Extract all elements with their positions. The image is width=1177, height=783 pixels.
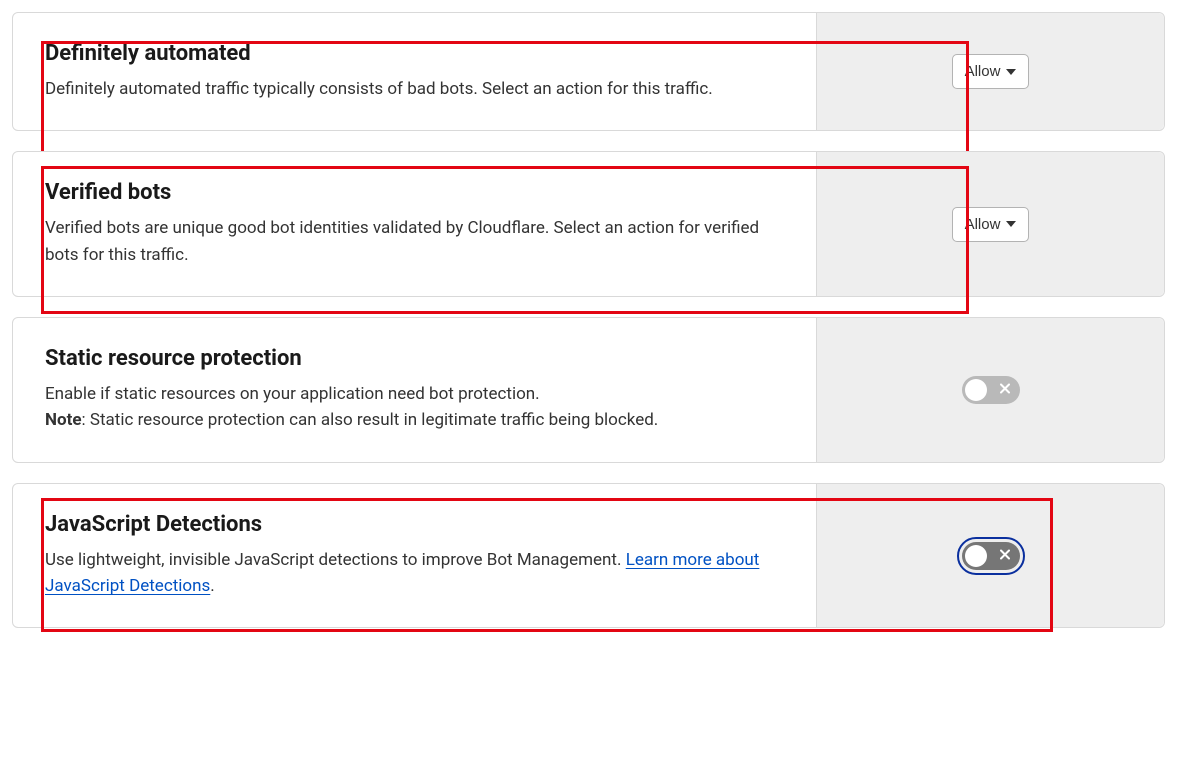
close-icon [1000,549,1010,562]
chevron-down-icon [1006,69,1016,75]
close-icon [1000,383,1010,396]
card-body: JavaScript Detections Use lightweight, i… [13,484,816,628]
card-title: Static resource protection [45,346,784,371]
select-value: Allow [965,216,1001,233]
chevron-down-icon [1006,221,1016,227]
toggle-static-resource[interactable] [962,376,1020,404]
card-title: JavaScript Detections [45,512,784,537]
toggle-thumb [965,379,987,401]
card-description: Enable if static resources on your appli… [45,381,784,434]
card-action-panel [816,318,1164,462]
desc-suffix: . [210,576,214,596]
card-body: Definitely automated Definitely automate… [13,13,816,130]
card-verified-bots: Verified bots Verified bots are unique g… [12,151,1165,297]
action-select-definitely-automated[interactable]: Allow [952,54,1030,89]
toggle-thumb [965,545,987,567]
card-javascript-detections: JavaScript Detections Use lightweight, i… [12,483,1165,629]
toggle-focus-ring [957,537,1025,575]
card-title: Definitely automated [45,41,784,66]
card-action-panel: Allow [816,152,1164,296]
card-body: Static resource protection Enable if sta… [13,318,816,462]
card-action-panel: Allow [816,13,1164,130]
action-select-verified-bots[interactable]: Allow [952,207,1030,242]
card-body: Verified bots Verified bots are unique g… [13,152,816,296]
card-title: Verified bots [45,180,784,205]
card-definitely-automated: Definitely automated Definitely automate… [12,12,1165,131]
card-description: Verified bots are unique good bot identi… [45,215,784,268]
desc-prefix: Use lightweight, invisible JavaScript de… [45,550,626,570]
desc-line1: Enable if static resources on your appli… [45,384,540,404]
note-rest: : Static resource protection can also re… [82,410,659,430]
note-label: Note [45,410,82,430]
card-static-resource-protection: Static resource protection Enable if sta… [12,317,1165,463]
select-value: Allow [965,63,1001,80]
card-description: Use lightweight, invisible JavaScript de… [45,547,784,600]
card-description: Definitely automated traffic typically c… [45,76,784,102]
toggle-javascript-detections[interactable] [962,542,1020,570]
card-action-panel [816,484,1164,628]
